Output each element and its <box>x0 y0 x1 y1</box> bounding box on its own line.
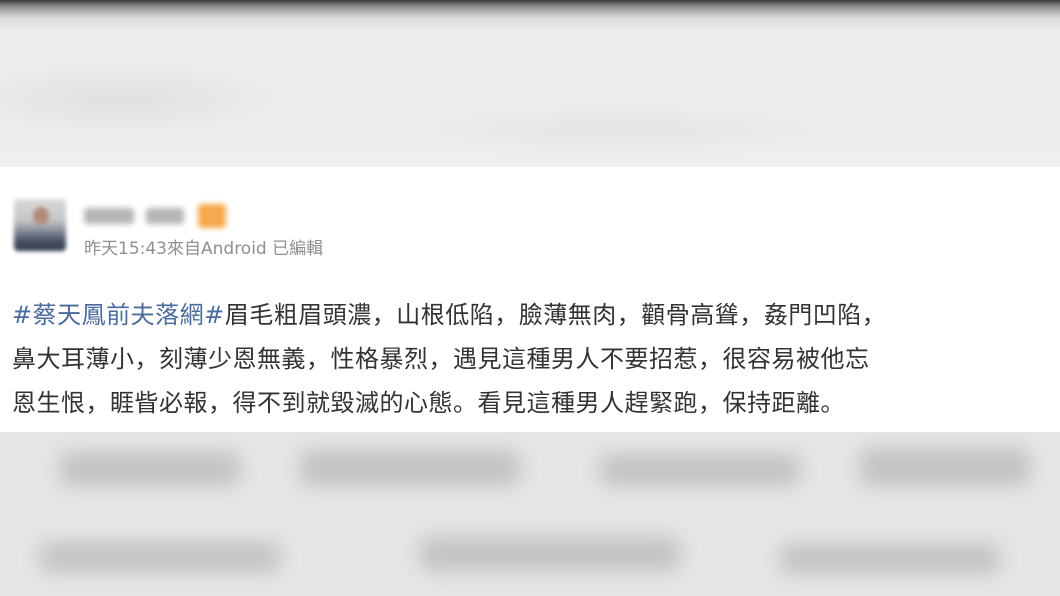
post-line-1: #蔡天鳳前夫落網#眉毛粗眉頭濃，山根低陷，臉薄無肉，顴骨高聳，姦門凹陷， <box>12 293 1052 337</box>
blurred-shape <box>860 448 1030 486</box>
blurred-shape <box>60 452 240 486</box>
username-blurred[interactable] <box>84 201 226 231</box>
avatar-head-shape <box>33 207 49 225</box>
post-line-3: 恩生恨，睚眥必報，得不到就毀滅的心態。看見這種男人趕緊跑，保持距離。 <box>12 389 845 417</box>
blurred-shape <box>420 537 680 571</box>
post-line-2: 鼻大耳薄小，刻薄少恩無義，性格暴烈，遇見這種男人不要招惹，很容易被他忘 <box>12 345 870 373</box>
vip-badge-icon <box>198 204 226 228</box>
hashtag-link[interactable]: #蔡天鳳前夫落網# <box>12 301 225 329</box>
post-body: #蔡天鳳前夫落網#眉毛粗眉頭濃，山根低陷，臉薄無肉，顴骨高聳，姦門凹陷， 鼻大耳… <box>12 293 1052 425</box>
post-time[interactable]: 昨天15:43 <box>84 239 167 259</box>
screenshot-stage: 昨天15:43來自Android 已編輯 #蔡天鳳前夫落網#眉毛粗眉頭濃，山根低… <box>0 0 1060 596</box>
blurred-shape <box>300 450 520 486</box>
post-line-1-text: 眉毛粗眉頭濃，山根低陷，臉薄無肉，顴骨高聳，姦門凹陷， <box>224 301 887 329</box>
post-edited-label[interactable]: 已編輯 <box>272 239 323 259</box>
username-blur-part-2 <box>146 208 184 224</box>
blurred-bottom-region <box>0 432 1060 596</box>
username-blur-part-1 <box>84 208 134 224</box>
blurred-top-region <box>0 0 1060 167</box>
blurred-shape <box>780 544 1000 574</box>
weibo-post-card: 昨天15:43來自Android 已編輯 #蔡天鳳前夫落網#眉毛粗眉頭濃，山根低… <box>0 167 1060 432</box>
post-source: 來自Android <box>167 239 267 259</box>
blurred-shape <box>40 542 280 572</box>
post-meta: 昨天15:43來自Android 已編輯 <box>84 238 323 260</box>
blurred-shape <box>600 454 800 486</box>
